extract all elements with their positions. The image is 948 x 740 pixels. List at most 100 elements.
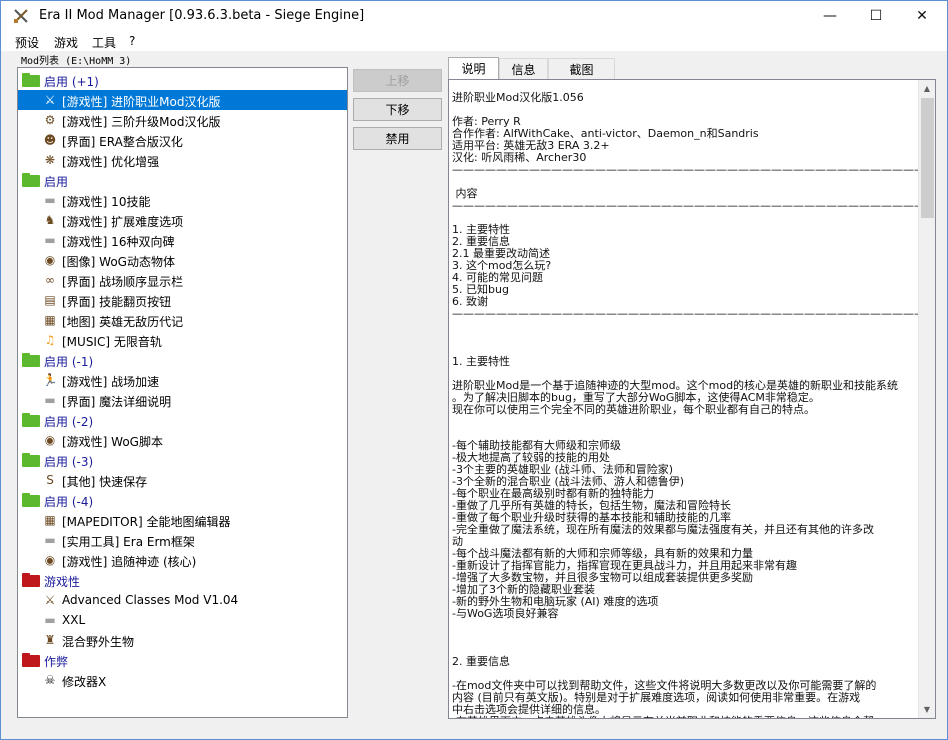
mod-list-item[interactable]: ♜ 混合野外生物 (18, 630, 347, 650)
mod-label: [其他] 快速保存 (62, 475, 148, 489)
mod-list-item[interactable]: ▬ [游戏性] 16种双向碑 (18, 230, 347, 250)
mod-list-item[interactable]: ▦ [地图] 英雄无敌历代记 (18, 310, 347, 330)
mod-list-item[interactable]: S [其他] 快速保存 (18, 470, 347, 490)
map-editor-icon: ▦ (44, 513, 56, 527)
tab-info[interactable]: 信息 (499, 58, 548, 79)
mod-label: [游戏性] 追随神迹 (核心) (62, 555, 197, 569)
app-icon (14, 9, 28, 23)
mod-label: Advanced Classes Mod V1.04 (62, 593, 239, 607)
mod-label: [MAPEDITOR] 全能地图编辑器 (62, 515, 231, 529)
move-down-button[interactable]: 下移 (353, 98, 442, 121)
mod-list-item[interactable]: ⚙ [游戏性] 三阶升级Mod汉化版 (18, 110, 347, 130)
maximize-button[interactable]: ☐ (853, 1, 899, 31)
group-header[interactable]: 启用 (-4) (18, 490, 347, 510)
group-label: 启用 (-4) (44, 495, 94, 509)
mod-label: [实用工具] Era Erm框架 (62, 535, 195, 549)
mod-list-item[interactable]: ♫ [MUSIC] 无限音轨 (18, 330, 347, 350)
tab-screenshots[interactable]: 截图 (548, 58, 615, 79)
mod-label: [游戏性] 进阶职业Mod汉化版 (62, 95, 221, 109)
group-header[interactable]: 启用 (18, 170, 347, 190)
disable-button[interactable]: 禁用 (353, 127, 442, 150)
music-icon: ♫ (44, 333, 56, 347)
knight-icon: ♞ (44, 213, 56, 227)
mod-manager-window: Era II Mod Manager [0.93.6.3.beta - Sieg… (0, 0, 948, 740)
group-label: 启用 (-2) (44, 415, 94, 429)
mod-list-item[interactable]: ◉ [游戏性] WoG脚本 (18, 430, 347, 450)
group-header[interactable]: 启用 (+1) (18, 70, 347, 90)
group-header[interactable]: 启用 (-2) (18, 410, 347, 430)
folder-icon (22, 353, 40, 367)
mod-list-item[interactable]: ▤ [界面] 技能翻页按钮 (18, 290, 347, 310)
mod-label: [地图] 英雄无敌历代记 (62, 315, 184, 329)
mod-label: [图像] WoG动态物体 (62, 255, 175, 269)
mod-list-item[interactable]: ♞ [游戏性] 扩展难度选项 (18, 210, 347, 230)
eye-icon: ◉ (44, 253, 56, 267)
mod-list-item[interactable]: ▬ XXL (18, 610, 347, 630)
description-scrollbar[interactable]: ▲ ▼ (918, 80, 935, 718)
folder-icon: ▬ (44, 393, 56, 407)
description-panel[interactable]: 进阶职业Mod汉化版1.056 作者: Perry R 合作作者: AlfWit… (448, 79, 936, 719)
move-up-button[interactable]: 上移 (353, 69, 442, 92)
mod-list[interactable]: 启用 (+1) ⚔ [游戏性] 进阶职业Mod汉化版 ⚙ [游戏性] 三阶升级Mod汉化… (17, 67, 348, 718)
title-bar: Era II Mod Manager [0.93.6.3.beta - Sieg… (1, 1, 947, 31)
mod-list-label: Mod列表 (E:\HoMM 3) (21, 56, 132, 67)
creature-icon: ♜ (44, 633, 56, 647)
eye-icon: ◉ (44, 433, 56, 447)
group-label: 启用 (-3) (44, 455, 94, 469)
book-icon: ▤ (44, 293, 56, 307)
warrior-icon: ⚔ (44, 93, 56, 107)
folder-icon (22, 173, 40, 187)
runner-icon: 🏃 (42, 373, 58, 387)
folder-icon (22, 653, 40, 667)
mod-list-item[interactable]: ∞ [界面] 战场顺序显示栏 (18, 270, 347, 290)
portrait-icon: ☻ (43, 133, 57, 147)
mod-list-item[interactable]: ▬ [实用工具] Era Erm框架 (18, 530, 347, 550)
mod-label: [游戏性] 扩展难度选项 (62, 215, 184, 229)
menu-bar: 预设 游戏 工具 ? (1, 31, 947, 51)
mod-list-item[interactable]: ▬ [游戏性] 10技能 (18, 190, 347, 210)
folder-icon (22, 573, 40, 587)
menu-game[interactable]: 游戏 (54, 34, 78, 51)
mod-list-item[interactable]: ▦ [MAPEDITOR] 全能地图编辑器 (18, 510, 347, 530)
group-header[interactable]: 启用 (-3) (18, 450, 347, 470)
mod-list-item[interactable]: ☠ 修改器X (18, 670, 347, 690)
mod-label: [MUSIC] 无限音轨 (62, 335, 162, 349)
mod-list-item[interactable]: ▬ [界面] 魔法详细说明 (18, 390, 347, 410)
scroll-up-icon[interactable]: ▲ (919, 80, 935, 97)
close-button[interactable]: ✕ (899, 1, 945, 31)
group-label: 启用 (+1) (44, 75, 99, 89)
mod-label: [游戏性] WoG脚本 (62, 435, 163, 449)
mod-label: 修改器X (62, 675, 107, 689)
description-text: 进阶职业Mod汉化版1.056 作者: Perry R 合作作者: AlfWit… (452, 91, 936, 719)
status-bar (1, 721, 947, 739)
mod-list-item[interactable]: ◉ [图像] WoG动态物体 (18, 250, 347, 270)
folder-icon (22, 493, 40, 507)
mod-label: [界面] 魔法详细说明 (62, 395, 172, 409)
group-header[interactable]: 游戏性 (18, 570, 347, 590)
tab-description[interactable]: 说明 (448, 57, 499, 79)
scroll-thumb[interactable] (921, 98, 934, 218)
menu-presets[interactable]: 预设 (15, 34, 39, 51)
group-header[interactable]: 启用 (-1) (18, 350, 347, 370)
folder-icon: ▬ (44, 193, 56, 207)
group-header[interactable]: 作弊 (18, 650, 347, 670)
mod-list-item[interactable]: ⚔ Advanced Classes Mod V1.04 (18, 590, 347, 610)
mod-list-item[interactable]: ☻ [界面] ERA整合版汉化 (18, 130, 347, 150)
mod-list-item[interactable]: ◉ [游戏性] 追随神迹 (核心) (18, 550, 347, 570)
scroll-down-icon[interactable]: ▼ (919, 701, 935, 718)
menu-tools[interactable]: 工具 (92, 34, 116, 51)
group-label: 作弊 (44, 655, 69, 669)
mod-list-item[interactable]: ⚔ [游戏性] 进阶职业Mod汉化版 (18, 90, 347, 110)
minimize-button[interactable]: — (807, 1, 853, 31)
mod-label: [界面] 技能翻页按钮 (62, 295, 172, 309)
mod-label: [游戏性] 三阶升级Mod汉化版 (62, 115, 221, 129)
eye-icon: ◉ (44, 553, 56, 567)
group-label: 游戏性 (44, 575, 81, 589)
mod-label: [游戏性] 16种双向碑 (62, 235, 175, 249)
window-title: Era II Mod Manager [0.93.6.3.beta - Sieg… (39, 8, 365, 23)
menu-help[interactable]: ? (129, 34, 135, 48)
mod-list-item[interactable]: ❋ [游戏性] 优化增强 (18, 150, 347, 170)
mod-list-item[interactable]: 🏃 [游戏性] 战场加速 (18, 370, 347, 390)
folder-icon: ▬ (44, 613, 56, 627)
save-icon: S (46, 473, 54, 487)
